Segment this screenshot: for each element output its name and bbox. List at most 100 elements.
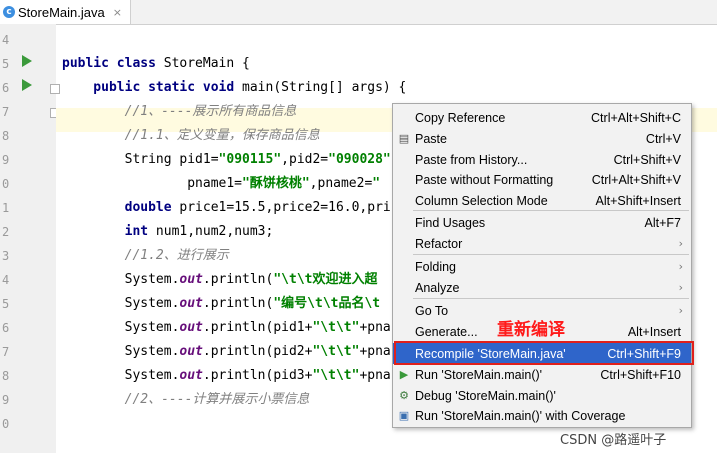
menu-item-label: Column Selection Mode	[415, 193, 548, 208]
tab-storemain-java[interactable]: c StoreMain.java ×	[0, 0, 131, 24]
context-menu: Copy Reference Ctrl+Alt+Shift+C ▤ Paste Ctrl…	[392, 103, 692, 428]
code-token: "090115"	[218, 152, 282, 167]
line-number: 4	[2, 33, 10, 47]
menu-item-run-storemain-main[interactable]: ▶ Run 'StoreMain.main()' Ctrl+Shift+F10	[393, 364, 691, 385]
menu-item-label: Copy Reference	[415, 110, 506, 125]
code-token: public class	[62, 56, 164, 71]
menu-item-column-selection-mode[interactable]: Column Selection Mode Alt+Shift+Insert	[393, 190, 691, 211]
line-number: 8	[2, 369, 10, 383]
code-line: System.out.println("\t\t欢迎进入超	[62, 268, 378, 292]
clipboard-icon: ▤	[398, 132, 410, 145]
code-token: price1=15.5,price2=16.0,pri	[179, 200, 391, 215]
code-token: +pna	[359, 320, 391, 335]
run-main-icon[interactable]	[22, 79, 32, 91]
menu-item-label: Run 'StoreMain.main()'	[415, 367, 543, 382]
code-token: int	[62, 224, 156, 239]
menu-separator	[413, 298, 689, 299]
menu-item-label: Go To	[415, 303, 449, 318]
line-number: 2	[2, 225, 10, 239]
code-token: .println(pid1+	[202, 320, 313, 335]
code-token: ,pname2=	[309, 176, 373, 191]
menu-separator	[413, 254, 689, 255]
code-token: .println(pid3+	[202, 368, 313, 383]
run-class-icon[interactable]	[22, 55, 32, 67]
menu-item-label: Paste without Formatting	[415, 172, 554, 187]
line-number: 9	[2, 393, 10, 407]
code-line: //1.2、进行展示	[62, 244, 229, 268]
watermark: CSDN @路遥叶子	[560, 433, 667, 448]
code-token: out	[179, 296, 203, 311]
menu-item-shortcut: Alt+F7	[644, 215, 681, 230]
chevron-right-icon: ›	[678, 281, 683, 294]
menu-item-refactor[interactable]: Refactor ›	[393, 233, 691, 254]
code-token: +pna	[359, 344, 391, 359]
line-number: 6	[2, 81, 10, 95]
menu-item-copy-reference[interactable]: Copy Reference Ctrl+Alt+Shift+C	[393, 107, 691, 128]
code-line: //1、----展示所有商品信息	[62, 100, 297, 124]
java-class-icon: c	[3, 6, 15, 18]
menu-item-shortcut: Ctrl+V	[645, 131, 681, 146]
recompile-annotation: 重新编译	[497, 320, 565, 340]
line-number: 8	[2, 129, 10, 143]
code-line: //2、----计算并展示小票信息	[62, 388, 310, 412]
code-token: double	[62, 200, 180, 215]
close-icon[interactable]: ×	[113, 6, 122, 19]
menu-item-shortcut: Ctrl+Alt+Shift+C	[591, 110, 681, 125]
menu-item-shortcut: Ctrl+Shift+F10	[600, 367, 681, 382]
highlight-box	[394, 341, 694, 365]
code-token: "	[372, 176, 381, 191]
code-token: .println(	[202, 296, 274, 311]
menu-item-debug-storemain-main[interactable]: ⚙ Debug 'StoreMain.main()'	[393, 385, 691, 406]
line-number: 7	[2, 105, 10, 119]
code-token: .println(pid2+	[202, 344, 313, 359]
code-line: public static void main(String[] args) {	[62, 76, 406, 100]
line-number: 0	[2, 177, 10, 191]
code-token: String pid1=	[62, 152, 219, 167]
menu-item-find-usages[interactable]: Find Usages Alt+F7	[393, 212, 691, 233]
menu-item-label: Debug 'StoreMain.main()'	[415, 388, 556, 403]
menu-item-analyze[interactable]: Analyze ›	[393, 277, 691, 298]
menu-item-shortcut: Ctrl+Alt+Shift+V	[591, 172, 681, 187]
code-token: "编号\t\t品名\t	[273, 296, 381, 311]
menu-item-run-storemain-main-with-coverage[interactable]: ▣ Run 'StoreMain.main()' with Coverage	[393, 405, 691, 426]
code-token: "\t\t欢迎进入超	[273, 272, 378, 287]
chevron-right-icon: ›	[678, 237, 683, 250]
line-number: 9	[2, 153, 10, 167]
code-token: pname1=	[62, 176, 243, 191]
line-number: 4	[2, 273, 10, 287]
line-number: 0	[2, 417, 10, 431]
code-line: System.out.println(pid1+"\t\t"+pna	[62, 316, 391, 340]
menu-item-label: Paste	[415, 131, 447, 146]
code-token: public static void	[62, 80, 243, 95]
code-token: "090028"	[328, 152, 391, 167]
code-line: double price1=15.5,price2=16.0,pri	[62, 196, 391, 220]
code-token: //1.2、进行展示	[62, 248, 229, 263]
menu-item-shortcut: Alt+Shift+Insert	[595, 193, 681, 208]
menu-item-label: Folding	[415, 259, 456, 274]
code-line: String pid1="090115",pid2="090028"	[62, 148, 391, 172]
code-token: "\t\t"	[312, 344, 360, 359]
code-token: out	[179, 368, 203, 383]
code-token: "\t\t"	[312, 368, 360, 383]
code-token: "酥饼核桃"	[242, 176, 310, 191]
code-token: System.	[62, 368, 180, 383]
menu-item-paste[interactable]: ▤ Paste Ctrl+V	[393, 128, 691, 149]
code-token: System.	[62, 296, 180, 311]
line-number: 5	[2, 57, 10, 71]
code-token: //2、----计算并展示小票信息	[62, 392, 310, 407]
code-token: //1、----展示所有商品信息	[62, 104, 297, 119]
menu-item-label: Analyze	[415, 280, 460, 295]
menu-item-paste-without-formatting[interactable]: Paste without Formatting Ctrl+Alt+Shift+V	[393, 169, 691, 190]
menu-item-paste-from-history[interactable]: Paste from History... Ctrl+Shift+V	[393, 149, 691, 170]
menu-item-label: Paste from History...	[415, 152, 528, 167]
debug-icon: ⚙	[399, 389, 409, 402]
editor-tab-bar: c StoreMain.java ×	[0, 0, 717, 25]
code-token: num1,num2,num3;	[155, 224, 274, 239]
menu-item-shortcut: Ctrl+Shift+V	[613, 152, 681, 167]
menu-item-folding[interactable]: Folding ›	[393, 256, 691, 277]
code-token: .println(	[202, 272, 274, 287]
line-number: 1	[2, 201, 10, 215]
menu-item-shortcut: Alt+Insert	[627, 324, 681, 339]
code-line: public class StoreMain {	[62, 52, 250, 76]
code-line: //1.1、定义变量，保存商品信息	[62, 124, 320, 148]
